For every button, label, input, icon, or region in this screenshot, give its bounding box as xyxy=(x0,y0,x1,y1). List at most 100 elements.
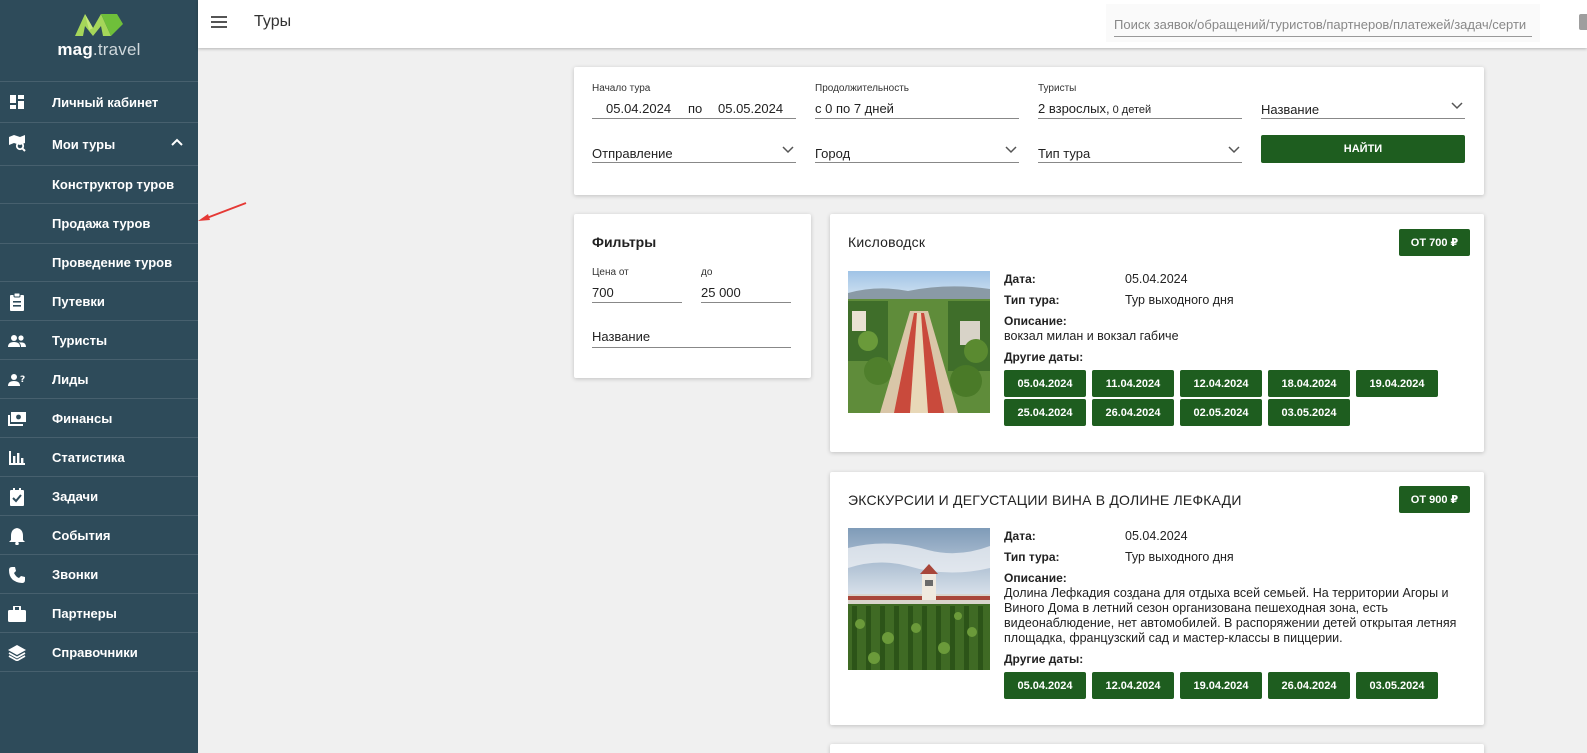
sidebar-item-vouchers[interactable]: Путевки xyxy=(0,282,198,321)
sidebar-item-partners[interactable]: Партнеры xyxy=(0,594,198,633)
global-search xyxy=(1106,4,1540,42)
price-from-field[interactable]: Цена от 700 xyxy=(592,267,682,303)
sidebar-item-label: Мои туры xyxy=(52,136,116,152)
price-button[interactable]: ОТ 700 ₽ xyxy=(1399,229,1470,256)
other-dates-label: Другие даты: xyxy=(1004,350,1084,364)
type-label: Тип тура: xyxy=(1004,550,1060,564)
tour-type-select[interactable]: Тип тура xyxy=(1038,137,1242,163)
price-from-value[interactable]: 700 xyxy=(592,285,614,300)
sidebar-item-label: Партнеры xyxy=(52,605,117,621)
city-select[interactable]: Город xyxy=(815,137,1019,163)
duration-value: с 0 по 7 дней xyxy=(815,101,894,116)
sidebar-item-leads[interactable]: ? Лиды xyxy=(0,360,198,399)
sidebar-item-events[interactable]: События xyxy=(0,516,198,555)
duration-field[interactable]: Продолжительность с 0 по 7 дней xyxy=(815,83,1019,119)
topbar: Туры xyxy=(198,0,1587,48)
chevron-down-icon xyxy=(1005,146,1017,154)
sidebar-item-label: Финансы xyxy=(52,410,113,426)
start-date-label: Начало тура xyxy=(592,83,651,94)
sidebar-item-label: Путевки xyxy=(52,293,105,309)
dashboard-icon xyxy=(8,93,26,111)
name-select[interactable]: Название xyxy=(1261,93,1465,119)
money-icon xyxy=(8,410,26,428)
annotation-arrow-icon xyxy=(198,202,247,221)
departure-select[interactable]: Отправление xyxy=(592,137,796,163)
tourists-field[interactable]: Туристы 2 взрослых, 0 детей xyxy=(1038,83,1242,119)
sidebar-item-tourists[interactable]: Туристы xyxy=(0,321,198,360)
sidebar-item-label: Статистика xyxy=(52,449,125,465)
sidebar-item-tour-conduct[interactable]: Проведение туров xyxy=(0,244,198,282)
search-input[interactable] xyxy=(1114,13,1532,37)
tour-description: Долина Лефкадия создана для отдыха всей … xyxy=(1004,586,1457,645)
bar-chart-icon xyxy=(8,449,26,467)
date-button[interactable]: 19.04.2024 xyxy=(1356,370,1438,397)
start-date-field[interactable]: Начало тура 05.04.2024 по 05.05.2024 xyxy=(592,83,796,119)
sidebar-item-label: Конструктор туров xyxy=(52,177,175,192)
date-button[interactable]: 12.04.2024 xyxy=(1092,672,1174,699)
price-button[interactable]: ОТ 900 ₽ xyxy=(1399,486,1470,513)
type-label: Тип тура: xyxy=(1004,293,1060,307)
price-to-field[interactable]: до 25 000 xyxy=(701,267,791,303)
hamburger-menu-icon[interactable] xyxy=(211,15,229,31)
sidebar-item-cabinet[interactable]: Личный кабинет xyxy=(0,82,198,123)
city-select-value: Город xyxy=(815,146,851,161)
sidebar-item-label: События xyxy=(52,527,111,543)
find-button[interactable]: НАЙТИ xyxy=(1261,135,1465,163)
tour-title[interactable]: Кисловодск xyxy=(848,234,925,250)
person-question-icon: ? xyxy=(8,371,26,389)
phone-icon xyxy=(8,566,26,584)
date-button[interactable]: 26.04.2024 xyxy=(1268,672,1350,699)
date-button[interactable]: 19.04.2024 xyxy=(1180,672,1262,699)
chevron-down-icon xyxy=(1228,146,1240,154)
tour-date: 05.04.2024 xyxy=(1125,529,1188,543)
date-button[interactable]: 18.04.2024 xyxy=(1268,370,1350,397)
tour-photo-lefkadia[interactable] xyxy=(848,528,990,670)
date-to-value[interactable]: 05.05.2024 xyxy=(718,101,783,116)
tour-description: вокзал милан и вокзал габиче xyxy=(1004,329,1179,343)
filters-title: Фильтры xyxy=(592,234,657,250)
date-button[interactable]: 11.04.2024 xyxy=(1092,370,1174,397)
side-panel-toggle-icon[interactable] xyxy=(1579,14,1587,30)
description-label: Описание: xyxy=(1004,571,1067,585)
sidebar-item-statistics[interactable]: Статистика xyxy=(0,438,198,477)
sidebar-item-label: Продажа туров xyxy=(52,216,151,231)
tour-photo-kislovodsk[interactable] xyxy=(848,271,990,413)
sidebar-item-references[interactable]: Справочники xyxy=(0,633,198,672)
sidebar-item-label: Лиды xyxy=(52,371,89,387)
kislovodsk-photo-image xyxy=(848,271,990,413)
other-dates-label: Другие даты: xyxy=(1004,652,1084,666)
tour-card-next xyxy=(830,744,1484,753)
sidebar-item-finance[interactable]: Финансы xyxy=(0,399,198,438)
sidebar: mag.travel Личный кабинет Мои туры Конст… xyxy=(0,0,198,753)
sidebar-item-calls[interactable]: Звонки xyxy=(0,555,198,594)
sidebar-item-tasks[interactable]: Задачи xyxy=(0,477,198,516)
price-to-label: до xyxy=(701,267,713,278)
chevron-down-icon xyxy=(782,146,794,154)
chevron-up-icon[interactable] xyxy=(170,135,184,149)
date-separator: по xyxy=(688,101,703,116)
date-button[interactable]: 02.05.2024 xyxy=(1180,399,1262,426)
date-from-value[interactable]: 05.04.2024 xyxy=(606,101,671,116)
tour-title[interactable]: ЭКСКУРСИИ И ДЕГУСТАЦИИ ВИНА В ДОЛИНЕ ЛЕФ… xyxy=(848,492,1242,508)
logo-name-light: .travel xyxy=(92,40,141,59)
svg-text:?: ? xyxy=(20,375,25,385)
filter-name-field[interactable]: Название xyxy=(592,322,791,348)
logo[interactable]: mag.travel xyxy=(0,0,198,72)
sidebar-item-tour-builder[interactable]: Конструктор туров xyxy=(0,166,198,204)
date-button[interactable]: 03.05.2024 xyxy=(1356,672,1438,699)
date-button[interactable]: 25.04.2024 xyxy=(1004,399,1086,426)
date-button[interactable]: 12.04.2024 xyxy=(1180,370,1262,397)
date-button[interactable]: 05.04.2024 xyxy=(1004,672,1086,699)
tourists-children: 0 детей xyxy=(1109,104,1152,116)
layers-icon xyxy=(8,644,26,662)
date-button[interactable]: 03.05.2024 xyxy=(1268,399,1350,426)
task-check-icon xyxy=(8,488,26,506)
date-button[interactable]: 26.04.2024 xyxy=(1092,399,1174,426)
clipboard-icon xyxy=(8,293,26,311)
sidebar-item-my-tours[interactable]: Мои туры xyxy=(0,123,198,166)
date-button[interactable]: 05.04.2024 xyxy=(1004,370,1086,397)
price-from-label: Цена от xyxy=(592,267,629,278)
sidebar-item-label: Задачи xyxy=(52,488,99,504)
price-to-value[interactable]: 25 000 xyxy=(701,285,741,300)
sidebar-item-tour-sales[interactable]: Продажа туров xyxy=(0,204,198,244)
